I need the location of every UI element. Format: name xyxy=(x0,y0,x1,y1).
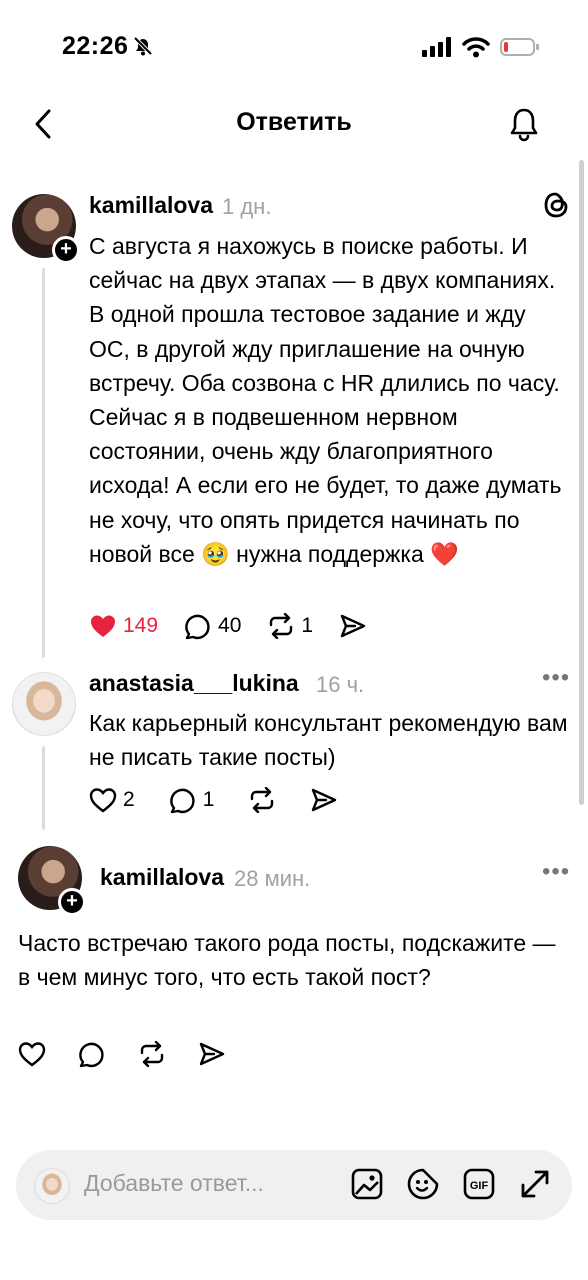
repost-count: 1 xyxy=(301,614,314,637)
bell-icon xyxy=(510,108,538,142)
comment-count: 1 xyxy=(202,788,215,811)
share-button[interactable] xyxy=(339,613,367,639)
expand-icon[interactable] xyxy=(518,1167,552,1206)
gif-icon[interactable]: GIF xyxy=(462,1167,496,1206)
send-icon xyxy=(340,614,366,638)
like-button[interactable]: 2 xyxy=(89,787,135,813)
page-title: Ответить xyxy=(236,108,352,136)
reply-actions xyxy=(18,1040,226,1068)
sticker-icon[interactable] xyxy=(406,1167,440,1206)
more-options-button[interactable]: ••• xyxy=(542,858,570,886)
post-time: 1 дн. xyxy=(222,194,272,219)
battery-icon xyxy=(500,37,540,62)
avatar xyxy=(34,1168,70,1204)
reply-actions: 2 1 xyxy=(89,786,338,814)
reply-composer[interactable]: Добавьте ответ... GIF xyxy=(16,1150,572,1220)
bell-muted-icon xyxy=(132,35,154,62)
comment-count: 40 xyxy=(218,614,242,637)
follow-plus-icon[interactable]: + xyxy=(58,888,86,916)
heart-filled-icon xyxy=(91,615,115,637)
heart-icon xyxy=(18,1042,46,1067)
reply-username[interactable]: kamillalova xyxy=(100,864,224,891)
reply-time: 16 ч. xyxy=(316,672,365,697)
follow-plus-icon[interactable]: + xyxy=(52,236,80,264)
status-time: 22:26 xyxy=(62,32,129,60)
image-icon[interactable] xyxy=(350,1167,384,1206)
reply-text: Как карьерный консультант рекомендую вам… xyxy=(89,710,568,771)
share-button[interactable] xyxy=(198,1041,226,1067)
send-icon xyxy=(312,788,337,812)
repost-button[interactable]: 1 xyxy=(267,613,313,639)
post-actions: 149 40 1 xyxy=(89,612,367,640)
comment-icon xyxy=(185,614,210,640)
reply-time: 28 мин. xyxy=(234,866,311,891)
reply-input[interactable]: Добавьте ответ... xyxy=(84,1170,264,1197)
repost-button[interactable] xyxy=(248,787,276,813)
avatar[interactable] xyxy=(12,672,76,736)
wifi-icon xyxy=(462,36,490,63)
status-bar: 22:26 xyxy=(0,0,588,96)
signal-icon xyxy=(422,37,452,62)
reply-username[interactable]: anastasia___lukina xyxy=(89,670,299,697)
heart-icon xyxy=(89,788,117,813)
thread-line xyxy=(42,268,45,658)
comment-button[interactable] xyxy=(78,1040,106,1068)
thread-line xyxy=(42,746,45,830)
threads-logo-icon[interactable] xyxy=(542,190,570,225)
comment-button[interactable]: 1 xyxy=(169,786,215,814)
like-button[interactable] xyxy=(18,1041,46,1067)
comment-button[interactable]: 40 xyxy=(184,612,241,640)
send-icon xyxy=(199,1042,225,1066)
like-count: 2 xyxy=(123,788,135,811)
comment-icon xyxy=(169,788,195,814)
repost-icon xyxy=(251,787,274,813)
repost-icon xyxy=(270,613,293,639)
svg-text:GIF: GIF xyxy=(470,1180,489,1192)
repost-icon xyxy=(140,1041,164,1067)
reply-text: Часто встречаю такого рода посты, подска… xyxy=(18,930,556,991)
post-text: С августа я нахожусь в поиске работы. И … xyxy=(89,233,562,567)
like-count: 149 xyxy=(123,614,159,637)
share-button[interactable] xyxy=(310,787,338,813)
comment-icon xyxy=(79,1042,104,1068)
nav-bar: Ответить xyxy=(0,96,588,152)
post-username[interactable]: kamillalova xyxy=(89,192,213,219)
notifications-button[interactable] xyxy=(504,104,544,144)
more-options-button[interactable]: ••• xyxy=(542,664,570,692)
scrollbar[interactable] xyxy=(579,160,584,805)
repost-button[interactable] xyxy=(138,1041,166,1067)
like-button[interactable]: 149 xyxy=(89,613,158,639)
